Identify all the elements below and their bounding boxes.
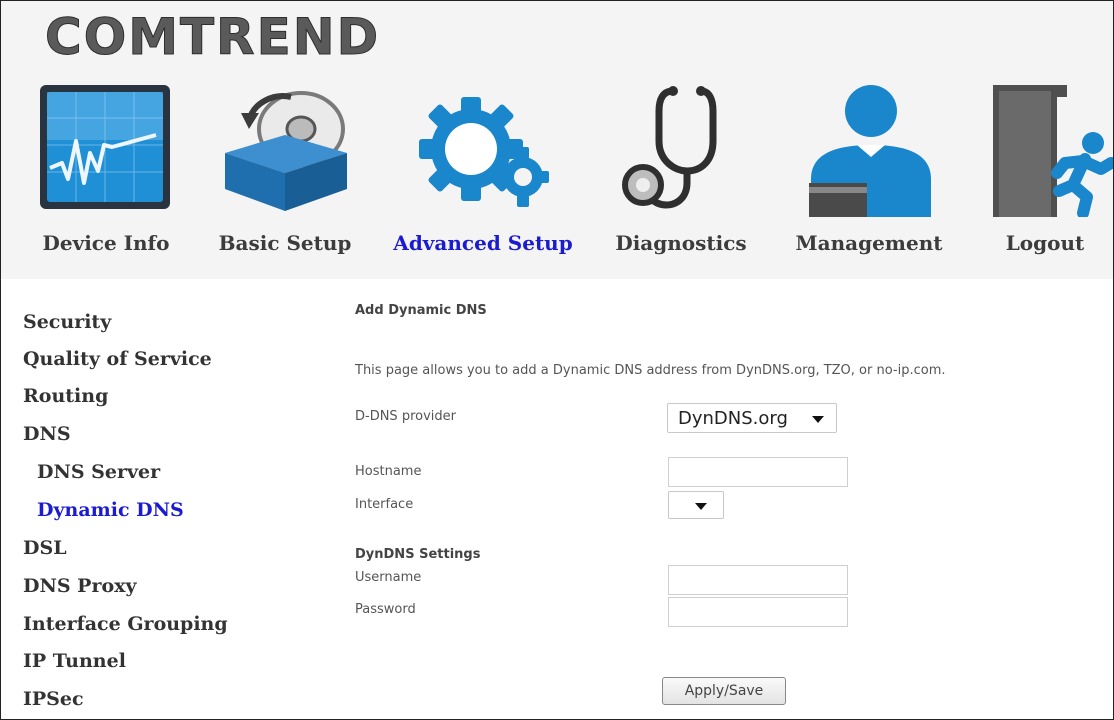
page-description: This page allows you to add a Dynamic DN…	[355, 363, 946, 378]
advanced-setup-gears-icon	[419, 97, 549, 207]
router-admin-page: COMTREND Device Info Basic Setup Advance…	[0, 0, 1114, 720]
nav-label: Diagnostics	[615, 231, 747, 255]
username-label: Username	[355, 570, 422, 585]
sidebar-item-ip-tunnel[interactable]: IP Tunnel	[23, 650, 126, 672]
nav-item-management[interactable]: Management	[781, 83, 957, 273]
nav-label: Advanced Setup	[393, 231, 573, 255]
nav-label: Basic Setup	[218, 231, 352, 255]
password-label: Password	[355, 602, 416, 617]
chevron-down-icon	[695, 503, 707, 510]
apply-save-button[interactable]: Apply/Save	[662, 677, 786, 705]
management-person-icon	[809, 85, 931, 217]
sidebar-item-dns-proxy[interactable]: DNS Proxy	[23, 575, 137, 597]
sidebar-item-quality-of-service[interactable]: Quality of Service	[23, 348, 212, 370]
provider-select[interactable]: DynDNS.org	[667, 403, 837, 433]
nav-label: Management	[795, 231, 943, 255]
chevron-down-icon	[812, 416, 824, 423]
sidebar-item-dns-server[interactable]: DNS Server	[37, 461, 160, 483]
provider-select-value: DynDNS.org	[678, 408, 788, 429]
brand-logo: COMTREND	[44, 8, 381, 66]
page-title: Add Dynamic DNS	[355, 303, 487, 318]
logout-running-man-icon	[993, 85, 1113, 217]
header: COMTREND Device Info Basic Setup Advance…	[1, 1, 1113, 279]
nav-item-logout[interactable]: Logout	[985, 83, 1113, 273]
sidebar-item-dsl[interactable]: DSL	[23, 537, 67, 559]
hostname-label: Hostname	[355, 464, 422, 479]
dyndns-settings-title: DynDNS Settings	[355, 547, 481, 562]
device-info-monitor-icon	[40, 85, 170, 209]
nav-label: Device Info	[42, 231, 170, 255]
password-input[interactable]	[668, 597, 848, 627]
nav-item-advanced-setup[interactable]: Advanced Setup	[375, 83, 591, 273]
sidebar-item-security[interactable]: Security	[23, 311, 111, 333]
nav-item-device-info[interactable]: Device Info	[31, 83, 181, 273]
sidebar-item-dns[interactable]: DNS	[23, 423, 71, 445]
nav-item-diagnostics[interactable]: Diagnostics	[605, 83, 757, 273]
interface-select[interactable]	[668, 491, 724, 519]
sidebar-item-ipsec[interactable]: IPSec	[23, 688, 84, 710]
diagnostics-stethoscope-icon	[622, 86, 717, 209]
provider-label: D-DNS provider	[355, 409, 456, 424]
username-input[interactable]	[668, 565, 848, 595]
basic-setup-box-disc-icon	[225, 91, 347, 211]
nav-item-basic-setup[interactable]: Basic Setup	[201, 83, 369, 273]
hostname-input[interactable]	[668, 457, 848, 487]
sidebar-item-routing[interactable]: Routing	[23, 385, 108, 407]
nav-label: Logout	[1005, 231, 1085, 255]
interface-label: Interface	[355, 497, 414, 512]
sidebar-item-dynamic-dns[interactable]: Dynamic DNS	[37, 499, 184, 521]
sidebar-item-interface-grouping[interactable]: Interface Grouping	[23, 613, 228, 635]
sidebar: Security Quality of Service Routing DNS …	[1, 279, 285, 719]
main-content: Add Dynamic DNS This page allows you to …	[285, 279, 1113, 719]
